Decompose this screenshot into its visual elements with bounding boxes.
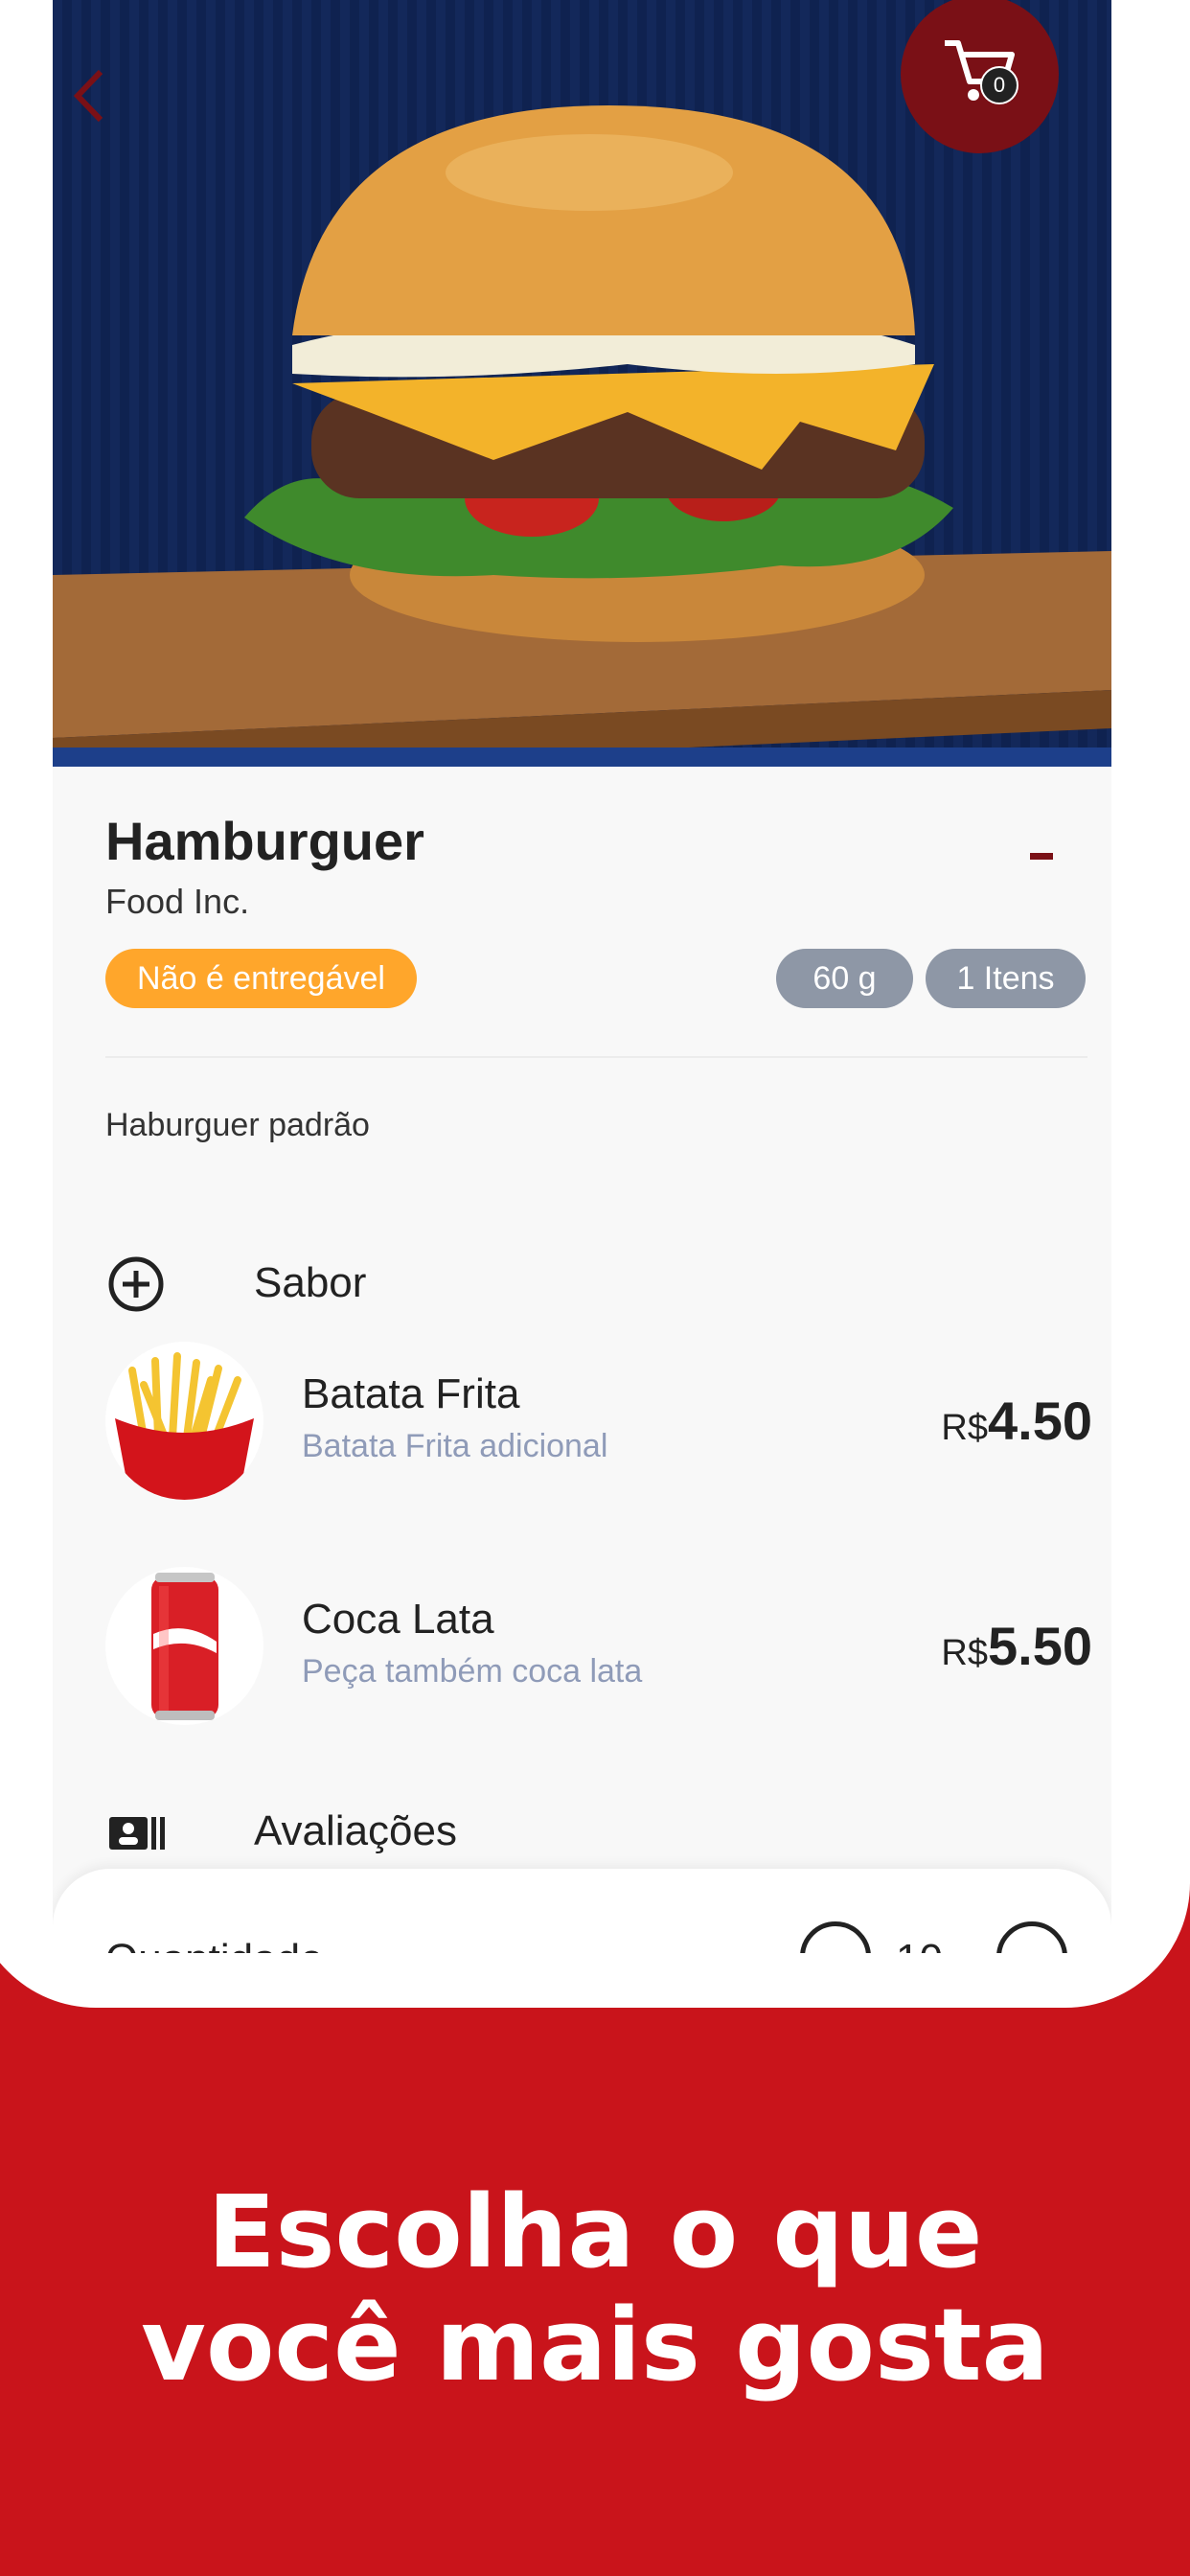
back-button[interactable] xyxy=(72,67,129,144)
plus-circle-icon xyxy=(108,1256,164,1312)
id-card-icon xyxy=(109,1817,165,1850)
addon-note: Peça também coca lata xyxy=(302,1653,643,1690)
store-name: Food Inc. xyxy=(105,882,250,921)
price-value: 5.50 xyxy=(988,1616,1092,1676)
product-screen: 0 Hamburguer Food Inc. Não é entregável … xyxy=(53,0,1111,1953)
quantity-bar: Quantidade 10 xyxy=(53,1869,1111,1953)
price-value: 4.50 xyxy=(988,1391,1092,1451)
coke-can-image xyxy=(151,1573,218,1720)
cart-count-badge: 0 xyxy=(980,66,1018,104)
items-chip: 1 Itens xyxy=(926,949,1086,1008)
collapse-toggle[interactable] xyxy=(1030,853,1053,860)
divider xyxy=(105,1056,1087,1058)
addon-item-coke[interactable]: Coca Lata Peça também coca lata R$5.50 xyxy=(105,1567,1092,1739)
addon-price: R$4.50 xyxy=(941,1390,1092,1452)
addon-name: Coca Lata xyxy=(302,1596,494,1643)
back-chevron-icon xyxy=(73,69,103,123)
plus-circle-icon[interactable] xyxy=(996,1921,1067,1953)
weight-chip: 60 g xyxy=(776,949,913,1008)
delivery-status-badge: Não é entregável xyxy=(105,949,417,1008)
flavor-section-label: Sabor xyxy=(254,1259,367,1306)
product-title: Hamburguer xyxy=(105,811,424,871)
addon-price: R$5.50 xyxy=(941,1615,1092,1677)
fries-image xyxy=(115,1352,254,1500)
phone-frame: 0 Hamburguer Food Inc. Não é entregável … xyxy=(0,0,1190,2008)
quantity-label: Quantidade xyxy=(105,1936,324,1953)
price-currency: R$ xyxy=(941,1633,988,1673)
minus-circle-icon[interactable] xyxy=(800,1921,871,1953)
price-currency: R$ xyxy=(941,1408,988,1448)
cart-button[interactable]: 0 xyxy=(901,0,1059,153)
product-description: Haburguer padrão xyxy=(105,1107,370,1143)
promo-tagline: Escolha o que você mais gosta xyxy=(0,2175,1190,2402)
promo-line-2: você mais gosta xyxy=(141,2287,1049,2404)
addon-note: Batata Frita adicional xyxy=(302,1428,608,1464)
coke-thumbnail xyxy=(105,1567,263,1725)
fries-thumbnail xyxy=(105,1342,263,1500)
reviews-section-row[interactable]: Avaliações xyxy=(105,1794,1083,1871)
product-photo: 0 xyxy=(53,0,1111,767)
flavor-section-row[interactable]: Sabor xyxy=(105,1246,1083,1322)
addon-name: Batata Frita xyxy=(302,1370,520,1417)
quantity-value: 10 xyxy=(896,1936,943,1953)
promo-line-1: Escolha o que xyxy=(207,2174,983,2290)
reviews-section-label: Avaliações xyxy=(254,1807,457,1854)
addon-item-fries[interactable]: Batata Frita Batata Frita adicional R$4.… xyxy=(105,1342,1092,1514)
